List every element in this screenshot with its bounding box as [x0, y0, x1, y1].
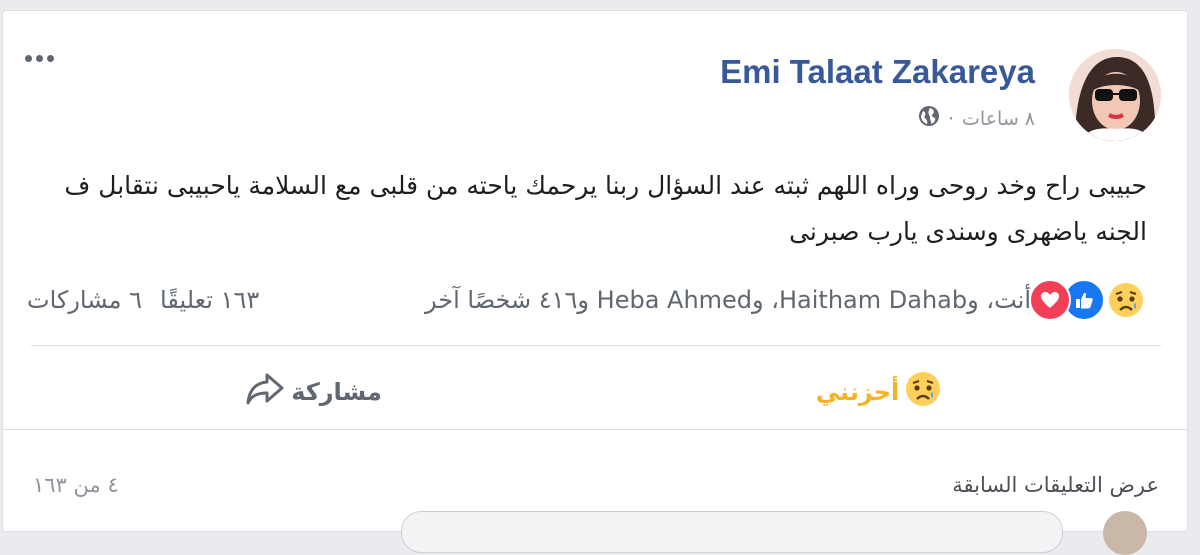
comments-divider [3, 429, 1187, 430]
dot [36, 55, 43, 62]
reactions-summary-text: أنت، وHaitham Dahab، وHeba Ahmed و٤١٦ شخ… [425, 286, 1031, 314]
view-previous-comments-link[interactable]: عرض التعليقات السابقة [952, 473, 1159, 497]
comments-pager: ٤ من ١٦٣ [33, 473, 119, 497]
share-button[interactable]: مشاركة [31, 363, 596, 421]
love-reaction-icon [1029, 279, 1071, 321]
reaction-icons [1029, 279, 1147, 321]
divider [31, 345, 1161, 346]
comment-bubble [401, 511, 1063, 553]
shares-count-link[interactable]: ٦ مشاركات [27, 286, 142, 314]
post-card: Emi Talaat Zakareya ٨ ساعات · حبيبى راح … [2, 10, 1188, 555]
post-text: حبيبى راح وخد روحى وراه اللهم ثبته عند ا… [64, 171, 1147, 246]
share-label: مشاركة [291, 378, 382, 406]
share-arrow-icon [245, 372, 285, 412]
sad-reaction-icon [1105, 279, 1147, 321]
more-options-icon[interactable] [25, 55, 54, 62]
dot [25, 55, 32, 62]
globe-icon[interactable] [918, 105, 940, 132]
avatar-image [1069, 49, 1161, 141]
commenter-avatar[interactable] [1103, 511, 1147, 555]
dot [47, 55, 54, 62]
sad-reaction-icon [905, 371, 941, 413]
reaction-button-label: أحزنني [815, 378, 900, 406]
reactions-row: أنت، وHaitham Dahab، وHeba Ahmed و٤١٦ شخ… [27, 279, 1147, 321]
post-meta: ٨ ساعات · [918, 105, 1035, 132]
post-actions: أحزنني مشاركة [31, 363, 1161, 421]
author-name[interactable]: Emi Talaat Zakareya [720, 53, 1035, 91]
reactions-summary-link[interactable]: أنت، وHaitham Dahab، وHeba Ahmed و٤١٦ شخ… [425, 279, 1147, 321]
reaction-button[interactable]: أحزنني [596, 363, 1161, 421]
post-timestamp[interactable]: ٨ ساعات [962, 108, 1035, 130]
author-avatar[interactable] [1069, 49, 1161, 141]
engagement-counts: ١٦٣ تعليقًا ٦ مشاركات [27, 286, 259, 314]
comments-count-link[interactable]: ١٦٣ تعليقًا [160, 286, 259, 314]
meta-separator: · [947, 107, 955, 130]
